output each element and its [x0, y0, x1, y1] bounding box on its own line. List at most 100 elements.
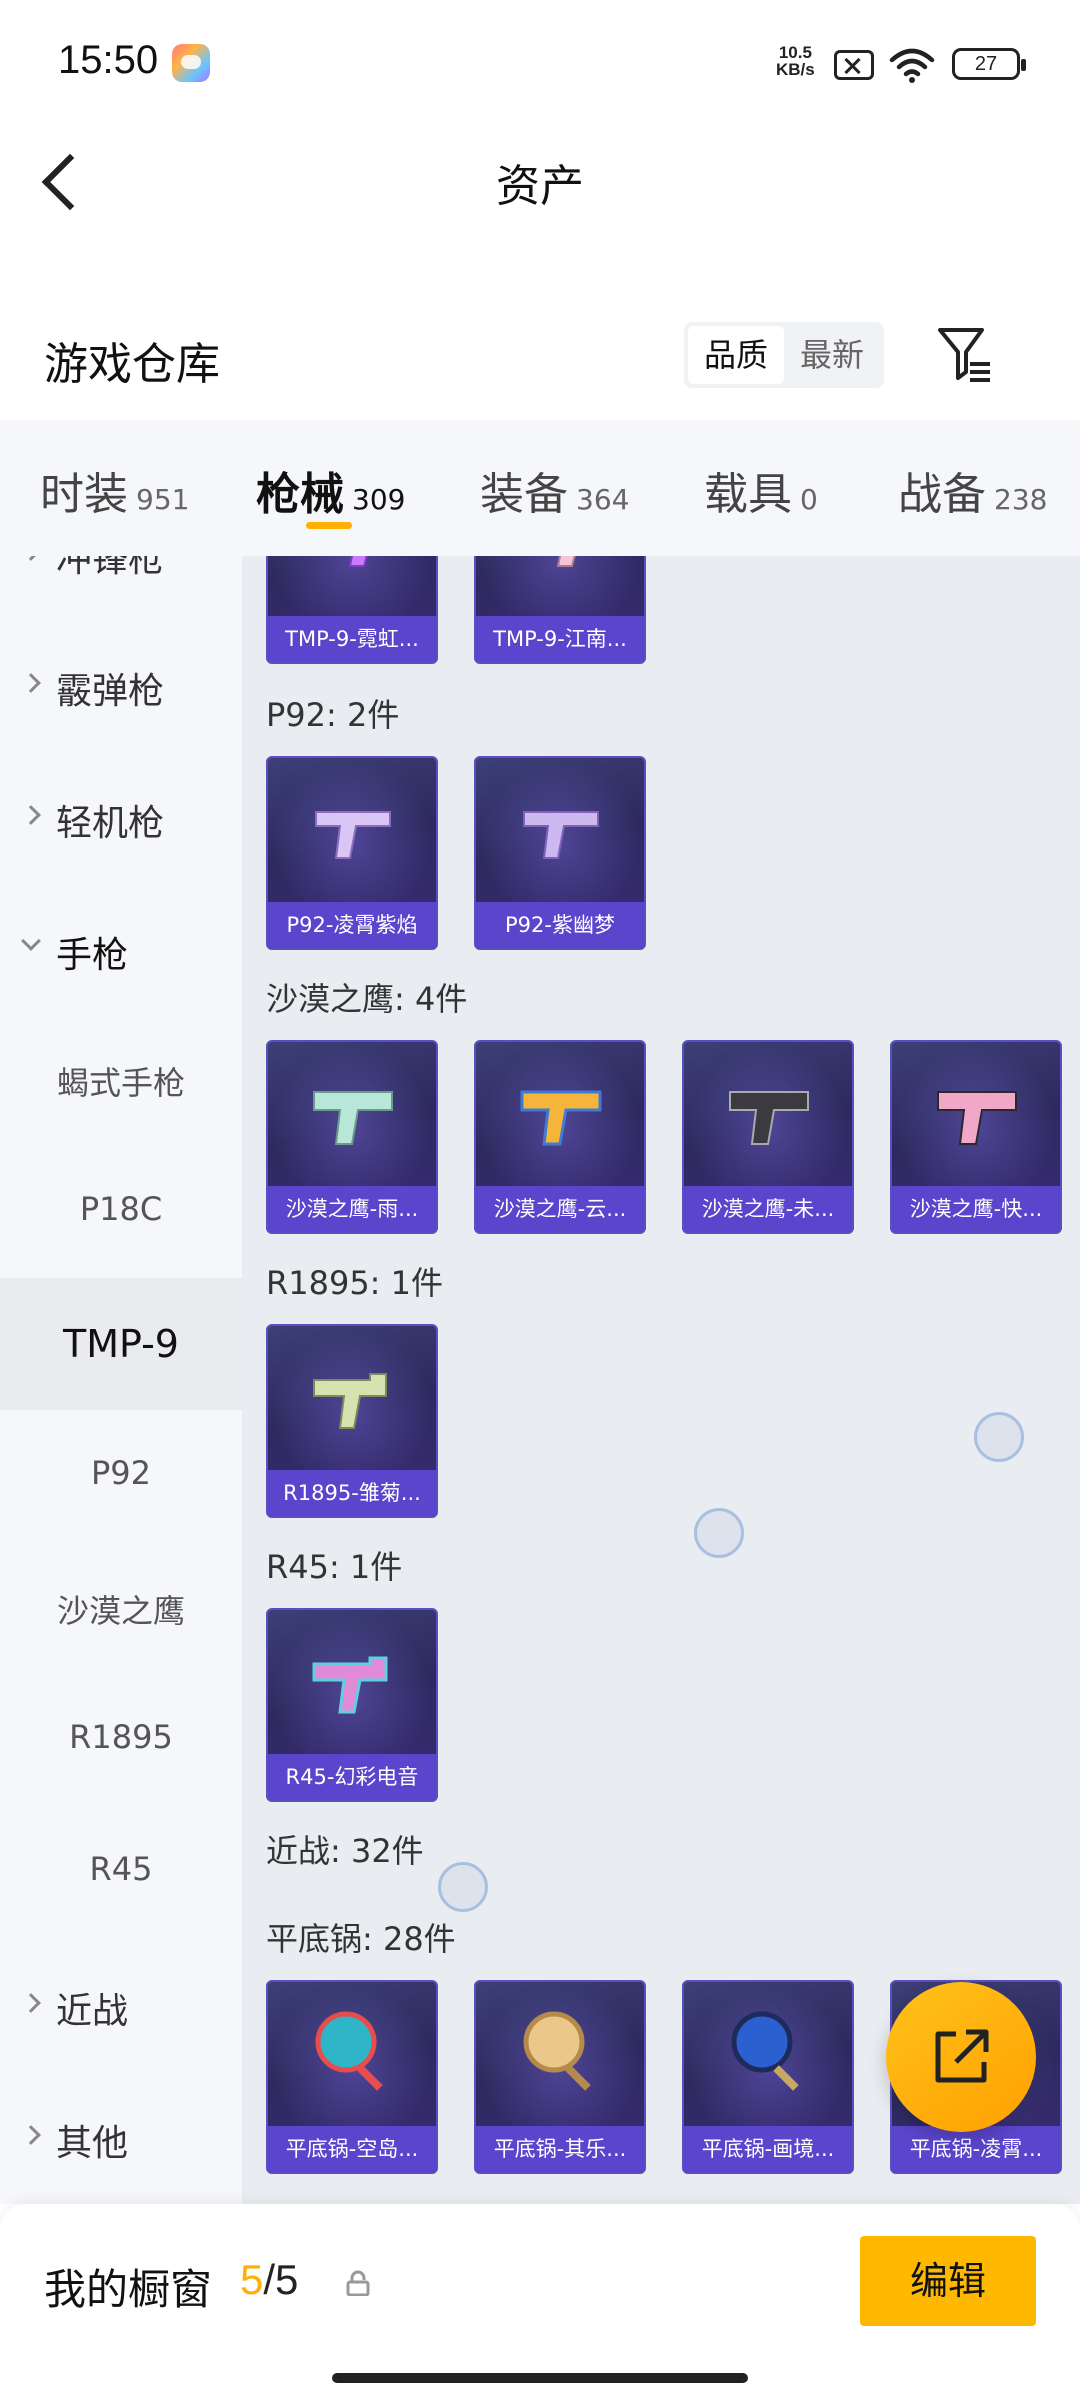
item-name: 平底锅-空岛... — [268, 2126, 436, 2172]
showcase-used: 5 — [240, 2256, 264, 2303]
no-sim-icon — [834, 50, 874, 80]
item-card[interactable]: 平底锅-画境... — [682, 1980, 854, 2174]
filter-icon[interactable] — [936, 324, 994, 384]
item-name: R45-幻彩电音 — [268, 1754, 436, 1800]
sidebar-sub-r45[interactable]: R45 — [0, 1806, 242, 1938]
network-speed-value: 10.5 — [778, 43, 812, 62]
tab-count: 951 — [136, 483, 190, 516]
tab-label: 装备 — [480, 469, 568, 520]
sort-quality-button[interactable]: 品质 — [688, 326, 784, 384]
chevron-right-icon — [21, 2125, 41, 2145]
status-time: 15:50 — [58, 38, 159, 82]
game-app-icon — [172, 44, 210, 82]
item-card[interactable]: 沙漠之鹰-未... — [682, 1040, 854, 1234]
sidebar-item-smg[interactable]: 冲锋枪 — [0, 556, 242, 618]
tab-firearms[interactable]: 枪械 309 — [256, 458, 405, 522]
pistol-art-icon — [523, 811, 599, 859]
sidebar-item-label: P92 — [90, 1454, 151, 1492]
item-card[interactable]: 沙漠之鹰-快... — [890, 1040, 1062, 1234]
item-card[interactable]: TMP-9-霓虹... — [266, 556, 438, 664]
sidebar-item-label: R1895 — [69, 1718, 173, 1756]
pistol-art-icon — [313, 1091, 393, 1145]
item-card[interactable]: 平底锅-空岛... — [266, 1980, 438, 2174]
item-name: 平底锅-凌霄... — [892, 2126, 1060, 2172]
sidebar-item-label: TMP-9 — [63, 1322, 179, 1366]
group-heading: 近战: 32件 — [266, 1832, 424, 1870]
sidebar-item-label: 蝎式手枪 — [56, 1064, 185, 1102]
sidebar-sub-tmp9[interactable]: TMP-9 — [0, 1278, 242, 1410]
sidebar-item-shotgun[interactable]: 霰弹枪 — [0, 618, 242, 750]
tab-label: 时装 — [40, 469, 128, 520]
sidebar-item-label: 其他 — [56, 2123, 129, 2164]
tab-count: 238 — [994, 483, 1048, 516]
tab-vehicles[interactable]: 载具 0 — [704, 458, 818, 522]
chevron-down-icon — [21, 931, 41, 951]
sidebar-sub-scorpion[interactable]: 蝎式手枪 — [0, 1014, 242, 1146]
item-card[interactable]: 沙漠之鹰-云... — [474, 1040, 646, 1234]
showcase-count: 5/5 — [240, 2256, 298, 2304]
sidebar-item-other[interactable]: 其他 — [0, 2070, 242, 2202]
group-heading: R1895: 1件 — [266, 1264, 443, 1302]
item-name: TMP-9-江南... — [476, 616, 644, 662]
pistol-art-icon — [937, 1091, 1017, 1145]
chevron-right-icon — [21, 673, 41, 693]
gun-art-icon — [348, 556, 368, 567]
item-name: 平底锅-其乐... — [476, 2126, 644, 2172]
sidebar-item-label: P18C — [79, 1190, 163, 1228]
tab-count: 309 — [352, 483, 406, 516]
pistol-art-icon — [520, 1090, 602, 1146]
sort-newest-button[interactable]: 最新 — [784, 326, 880, 384]
gun-art-icon — [556, 556, 576, 567]
pan-art-icon — [315, 2011, 383, 2091]
sidebar-item-pistol[interactable]: 手枪 — [0, 882, 242, 1014]
active-tab-indicator — [306, 522, 352, 529]
tab-fashion[interactable]: 时装 951 — [40, 458, 189, 522]
sidebar-item-melee[interactable]: 近战 — [0, 1938, 242, 2070]
touch-indicator — [438, 1862, 488, 1912]
sidebar-item-label: 近战 — [56, 1991, 129, 2032]
item-name: P92-紫幽梦 — [476, 902, 644, 948]
item-name: 沙漠之鹰-云... — [476, 1186, 644, 1232]
item-card[interactable]: P92-凌霄紫焰 — [266, 756, 438, 950]
sidebar-item-label: 手枪 — [56, 935, 129, 976]
tab-tactical[interactable]: 战备 238 — [898, 458, 1047, 522]
page-title: 资产 — [496, 161, 584, 212]
sidebar-sub-desert-eagle[interactable]: 沙漠之鹰 — [0, 1542, 242, 1674]
showcase-label: 我的橱窗 — [44, 2265, 213, 2314]
home-indicator[interactable] — [332, 2373, 748, 2383]
item-name: R1895-雏菊... — [268, 1470, 436, 1516]
item-card[interactable]: P92-紫幽梦 — [474, 756, 646, 950]
item-card[interactable]: TMP-9-江南... — [474, 556, 646, 664]
item-card[interactable]: R1895-雏菊... — [266, 1324, 438, 1518]
battery-indicator: 27 — [952, 48, 1026, 80]
chevron-right-icon — [21, 805, 41, 825]
share-button[interactable] — [886, 1982, 1036, 2132]
tab-count: 0 — [800, 483, 818, 516]
edit-button[interactable]: 编辑 — [860, 2236, 1036, 2326]
item-card[interactable]: 平底锅-其乐... — [474, 1980, 646, 2174]
item-card[interactable]: R45-幻彩电音 — [266, 1608, 438, 1802]
pan-art-icon — [731, 2011, 799, 2091]
pistol-art-icon — [729, 1091, 809, 1145]
touch-indicator — [974, 1412, 1024, 1462]
sidebar-sub-p18c[interactable]: P18C — [0, 1146, 242, 1278]
sidebar-sub-p92[interactable]: P92 — [0, 1410, 242, 1542]
item-name: P92-凌霄紫焰 — [268, 902, 436, 948]
warehouse-title: 游戏仓库 — [44, 339, 220, 390]
chevron-right-icon — [21, 556, 41, 561]
item-card[interactable]: 沙漠之鹰-雨... — [266, 1040, 438, 1234]
sidebar-sub-r1895[interactable]: R1895 — [0, 1674, 242, 1806]
group-heading: P92: 2件 — [266, 696, 400, 734]
sidebar-item-lmg[interactable]: 轻机枪 — [0, 750, 242, 882]
sidebar-item-label: 冲锋枪 — [56, 556, 165, 580]
lock-icon — [346, 2270, 370, 2296]
pan-art-icon — [523, 2011, 591, 2091]
tab-label: 载具 — [704, 469, 792, 520]
pistol-art-icon — [315, 811, 391, 859]
network-speed-unit: KB/s — [776, 60, 815, 79]
item-name: 平底锅-画境... — [684, 2126, 852, 2172]
tab-equipment[interactable]: 装备 364 — [480, 458, 629, 522]
category-sidebar: 冲锋枪 霰弹枪 轻机枪 手枪 蝎式手枪 P18C TMP-9 P92 沙漠之鹰 … — [0, 556, 242, 2204]
sidebar-item-label: 霰弹枪 — [56, 671, 165, 712]
sidebar-item-label: 沙漠之鹰 — [56, 1592, 185, 1630]
